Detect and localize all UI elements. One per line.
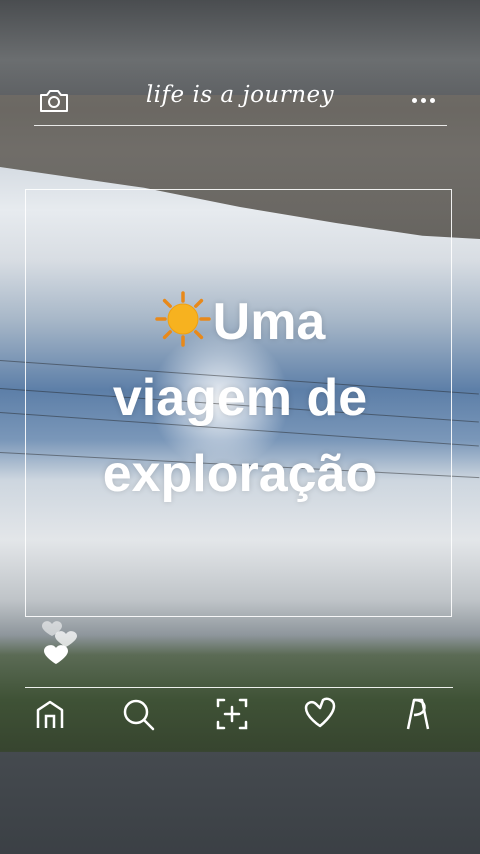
sun-emoji: [154, 291, 211, 347]
headline-line-1-text: Uma: [212, 293, 326, 351]
page-title: life is a journey: [145, 82, 335, 108]
top-divider: [34, 125, 447, 126]
headline-line-1: Uma: [40, 284, 440, 360]
bottom-shade: [0, 752, 480, 854]
home-icon[interactable]: [32, 696, 68, 732]
bottom-divider: [25, 687, 453, 688]
profile-icon[interactable]: [400, 696, 436, 732]
post-headline: Uma viagem de exploração: [40, 284, 440, 512]
headline-line-2: viagem de: [112, 369, 368, 427]
more-dots-icon[interactable]: [412, 92, 442, 108]
hearts-icon[interactable]: [38, 612, 82, 668]
top-bar: life is a journey: [0, 80, 480, 124]
search-icon[interactable]: [120, 696, 156, 732]
add-post-icon[interactable]: [214, 696, 250, 732]
headline-line-3: exploração: [102, 445, 378, 503]
heart-icon[interactable]: [302, 696, 338, 732]
bottom-nav: [0, 696, 480, 736]
